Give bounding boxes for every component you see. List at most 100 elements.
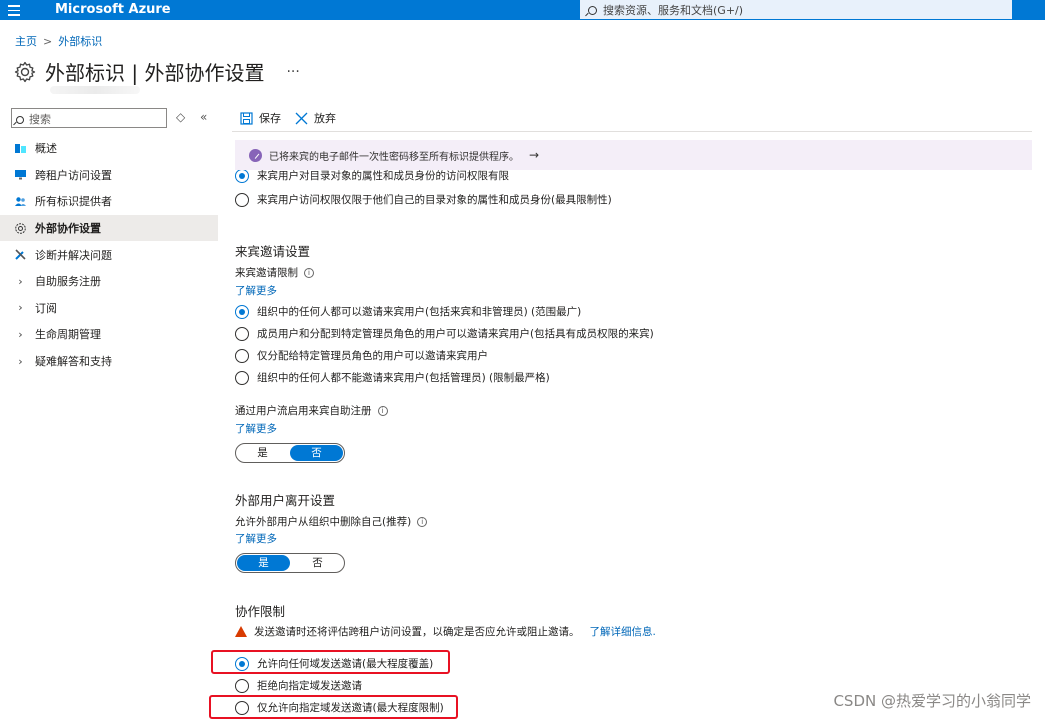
global-search-input[interactable]: 搜索资源、服务和文档(G+/) bbox=[580, 0, 1012, 19]
discard-button[interactable]: 放弃 bbox=[295, 110, 336, 126]
radio-button[interactable] bbox=[235, 326, 249, 341]
collab-option-deny[interactable]: 拒绝向指定域发送邀请 bbox=[235, 678, 362, 693]
more-options-button[interactable]: ··· bbox=[286, 64, 299, 80]
expand-icon[interactable]: ◇ bbox=[176, 110, 185, 124]
sidebar-item-label: 生命周期管理 bbox=[35, 328, 101, 342]
sidebar-item-label: 订阅 bbox=[35, 301, 57, 315]
sidebar-item-diagnose[interactable]: 诊断并解决问题 bbox=[0, 241, 218, 268]
leave-toggle[interactable]: 是 否 bbox=[235, 553, 345, 573]
global-search-placeholder: 搜索资源、服务和文档(G+/) bbox=[603, 4, 744, 17]
option-label: 来宾用户对目录对象的属性和成员身份的访问权限有限 bbox=[257, 170, 509, 182]
blurred-subtitle bbox=[50, 86, 140, 94]
radio-button[interactable] bbox=[235, 678, 249, 693]
top-bar: Microsoft Azure 搜索资源、服务和文档(G+/) bbox=[0, 0, 1045, 20]
save-button[interactable]: 保存 bbox=[240, 110, 281, 126]
sidebar-item-label: 诊断并解决问题 bbox=[35, 248, 112, 262]
collapse-icon[interactable]: « bbox=[200, 110, 207, 124]
self-service-label: 通过用户流启用来宾自助注册 i bbox=[235, 403, 388, 418]
page-header: 外部标识 | 外部协作设置 ··· bbox=[13, 57, 300, 86]
toggle-no[interactable]: 否 bbox=[290, 445, 343, 461]
page-title: 外部标识 | 外部协作设置 bbox=[45, 61, 265, 85]
invite-option-admins[interactable]: 仅分配给特定管理员角色的用户可以邀请来宾用户 bbox=[235, 348, 488, 363]
sidebar-item-label: 概述 bbox=[35, 142, 57, 156]
radio-button[interactable] bbox=[235, 348, 249, 363]
sidebar-item-label: 所有标识提供者 bbox=[35, 195, 112, 209]
invite-option-none[interactable]: 组织中的任何人都不能邀请来宾用户(包括管理员) (限制最严格) bbox=[235, 370, 550, 385]
leave-label: 允许外部用户从组织中删除自己(推荐) i bbox=[235, 514, 428, 529]
toggle-yes[interactable]: 是 bbox=[236, 444, 289, 462]
toggle-no[interactable]: 否 bbox=[291, 554, 344, 572]
search-icon bbox=[16, 116, 24, 124]
section-title-leave: 外部用户离开设置 bbox=[235, 493, 336, 508]
sidebar-item-troubleshoot[interactable]: › 疑难解答和支持 bbox=[0, 348, 218, 375]
sidebar-item-cross-tenant[interactable]: 跨租户访问设置 bbox=[0, 162, 218, 189]
radio-button[interactable] bbox=[235, 170, 249, 183]
breadcrumb-current[interactable]: 外部标识 bbox=[58, 35, 102, 48]
sidebar-item-lifecycle[interactable]: › 生命周期管理 bbox=[0, 321, 218, 348]
highlight-box bbox=[209, 695, 458, 719]
sidebar-item-self-service[interactable]: › 自助服务注册 bbox=[0, 268, 218, 295]
guest-access-option-limited[interactable]: 来宾用户对目录对象的属性和成员身份的访问权限有限 bbox=[235, 170, 509, 183]
info-icon[interactable]: i bbox=[417, 516, 428, 527]
option-label: 拒绝向指定域发送邀请 bbox=[257, 680, 362, 692]
highlight-box bbox=[211, 650, 450, 674]
discard-label: 放弃 bbox=[314, 112, 336, 125]
radio-button[interactable] bbox=[235, 370, 249, 385]
radio-button[interactable] bbox=[235, 192, 249, 207]
nav-search-input[interactable]: 搜索 bbox=[11, 108, 167, 128]
sidebar-item-label: 自助服务注册 bbox=[35, 275, 101, 289]
info-banner[interactable]: 已将来宾的电子邮件一次性密码移至所有标识提供程序。 → bbox=[235, 140, 1032, 170]
warning-text: 发送邀请时还将评估跨租户访问设置，以确定是否应允许或阻止邀请。 bbox=[254, 626, 580, 638]
main-content: 来宾用户对目录对象的属性和成员身份的访问权限有限 来宾用户访问权限仅限于他们自己… bbox=[235, 170, 1032, 723]
gear-icon bbox=[14, 61, 36, 82]
sidebar-item-label: 疑难解答和支持 bbox=[35, 355, 112, 369]
chevron-right-icon: › bbox=[18, 354, 23, 368]
label-text: 通过用户流启用来宾自助注册 bbox=[235, 405, 372, 417]
radio-button[interactable] bbox=[235, 304, 249, 319]
label-text: 允许外部用户从组织中删除自己(推荐) bbox=[235, 516, 412, 528]
learn-more-link[interactable]: 了解更多 bbox=[235, 531, 277, 546]
breadcrumb: 主页 > 外部标识 bbox=[15, 33, 102, 49]
option-label: 来宾用户访问权限仅限于他们自己的目录对象的属性和成员身份(最具限制性) bbox=[257, 194, 612, 206]
arrow-right-icon[interactable]: → bbox=[529, 148, 539, 162]
invite-option-members[interactable]: 成员用户和分配到特定管理员角色的用户可以邀请来宾用户(包括具有成员权限的来宾) bbox=[235, 326, 654, 341]
learn-details-link[interactable]: 了解详细信息. bbox=[590, 624, 656, 639]
monitor-icon bbox=[15, 170, 26, 180]
option-label: 组织中的任何人都不能邀请来宾用户(包括管理员) (限制最严格) bbox=[257, 372, 550, 384]
watermark: CSDN @热爱学习的小翁同学 bbox=[833, 692, 1031, 710]
banner-text: 已将来宾的电子邮件一次性密码移至所有标识提供程序。 bbox=[269, 151, 519, 163]
users-icon bbox=[15, 197, 26, 206]
guest-invite-restriction-label: 来宾邀请限制 i bbox=[235, 265, 314, 280]
sidebar-item-identity-providers[interactable]: 所有标识提供者 bbox=[0, 188, 218, 215]
learn-more-link[interactable]: 了解更多 bbox=[235, 421, 277, 436]
option-label: 仅分配给特定管理员角色的用户可以邀请来宾用户 bbox=[257, 350, 488, 362]
chevron-right-icon: › bbox=[18, 274, 23, 288]
guest-access-option-restricted[interactable]: 来宾用户访问权限仅限于他们自己的目录对象的属性和成员身份(最具限制性) bbox=[235, 192, 612, 207]
option-label: 组织中的任何人都可以邀请来宾用户(包括来宾和非管理员) (范围最广) bbox=[257, 306, 582, 318]
learn-more-link[interactable]: 了解更多 bbox=[235, 283, 277, 298]
save-label: 保存 bbox=[259, 112, 281, 125]
divider bbox=[232, 131, 1032, 132]
chevron-right-icon: › bbox=[18, 327, 23, 341]
info-icon[interactable]: i bbox=[377, 405, 388, 416]
sidebar-item-label: 外部协作设置 bbox=[35, 222, 101, 236]
overview-icon bbox=[15, 143, 26, 153]
section-title-guest-invite: 来宾邀请设置 bbox=[235, 244, 311, 259]
sidebar-item-subscriptions[interactable]: › 订阅 bbox=[0, 295, 218, 322]
brand-label[interactable]: Microsoft Azure bbox=[55, 2, 171, 17]
self-service-toggle[interactable]: 是 否 bbox=[235, 443, 345, 463]
gear-icon bbox=[15, 222, 26, 234]
info-icon[interactable]: i bbox=[304, 267, 314, 278]
breadcrumb-home[interactable]: 主页 bbox=[15, 35, 37, 48]
toggle-yes[interactable]: 是 bbox=[237, 555, 290, 571]
search-icon bbox=[588, 6, 597, 15]
invite-option-anyone[interactable]: 组织中的任何人都可以邀请来宾用户(包括来宾和非管理员) (范围最广) bbox=[235, 304, 581, 319]
sidebar-item-label: 跨租户访问设置 bbox=[35, 168, 112, 182]
chevron-right-icon: › bbox=[18, 301, 23, 315]
sidebar-item-overview[interactable]: 概述 bbox=[0, 135, 218, 162]
menu-icon[interactable] bbox=[8, 2, 26, 18]
nav-search-placeholder: 搜索 bbox=[29, 113, 51, 126]
sidebar-item-external-collab[interactable]: 外部协作设置 bbox=[0, 214, 218, 242]
chevron-right-icon: > bbox=[43, 35, 53, 48]
save-icon bbox=[240, 111, 253, 125]
